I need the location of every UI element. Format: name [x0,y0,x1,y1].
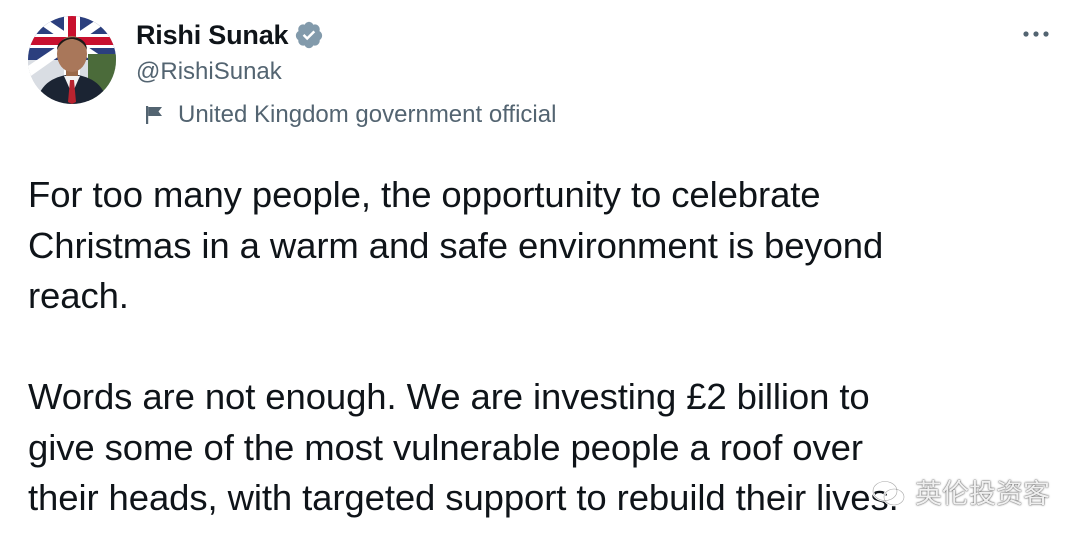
watermark: 英伦投资客 [871,478,1050,510]
tweet-card: Rishi Sunak @RishiSunak United Kingdom g… [0,0,1080,540]
wechat-icon [871,480,906,507]
avatar-image [28,16,116,104]
watermark-text: 英伦投资客 [915,479,1050,509]
more-options-button[interactable] [1016,18,1056,50]
flag-icon [144,104,166,126]
author-name-text[interactable]: Rishi Sunak [136,19,289,51]
government-label-text: United Kingdom government official [178,101,557,128]
tweet-paragraph: For too many people, the opportunity to … [28,174,884,316]
government-label: United Kingdom government official [144,100,556,130]
avatar[interactable] [28,16,116,104]
more-options-icon [1023,31,1049,37]
tweet-text: For too many people, the opportunity to … [28,170,1048,524]
author-name[interactable]: Rishi Sunak [136,19,324,51]
verified-badge-icon [294,20,324,50]
author-handle[interactable]: @RishiSunak [136,57,282,87]
